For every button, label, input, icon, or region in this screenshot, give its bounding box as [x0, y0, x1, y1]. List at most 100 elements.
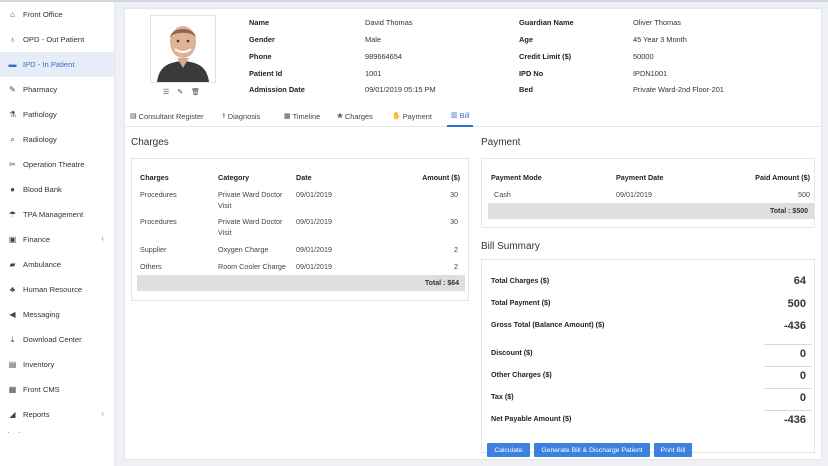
tab-consultant-register[interactable]: ▤ Consultant Register — [130, 105, 204, 127]
sidebar-item-inventory[interactable]: ▤ Inventory — [0, 352, 114, 377]
sidebar-item-tpa-management[interactable]: ☂ TPA Management — [0, 202, 114, 227]
tab-bill[interactable]: ▥ Bill — [447, 105, 474, 127]
sidebar-item-finance[interactable]: ▣ Finance ‹ — [0, 227, 114, 252]
sidebar-item-ambulance[interactable]: ▰ Ambulance — [0, 252, 114, 277]
sidebar: ⌂ Front Office ♁ OPD - Out Patient ▬ IPD - In… — [0, 2, 115, 466]
main-content: ☰ ✎ 🗑 Name David Thomas Guardian Name Olive… — [124, 8, 822, 460]
payment-cell-mode: Cash — [494, 190, 511, 199]
charges-cell-date: 09/01/2019 — [296, 190, 332, 199]
calculate-button[interactable]: Calculate — [487, 443, 530, 457]
sidebar-item-label: IPD - In Patient — [23, 60, 75, 69]
tab-payment[interactable]: ✋ Payment — [392, 105, 432, 127]
patient-avatar — [151, 16, 215, 82]
sidebar-item-label: Pharmacy — [23, 85, 58, 94]
sidebar-item-label: Ambulance — [23, 260, 61, 269]
app-window: ⌂ Front Office ♁ OPD - Out Patient ▬ IPD - In… — [0, 0, 828, 466]
charges-total: Total : $64 — [137, 275, 465, 291]
tab-charges[interactable]: ❀ Charges — [337, 105, 373, 127]
sidebar-item-blood-bank[interactable]: ● Blood Bank — [0, 177, 114, 202]
sidebar-item-label: Download Center — [23, 335, 82, 344]
sidebar-item-reports[interactable]: ◢ Reports ‹ — [0, 402, 114, 427]
sidebar-item-opd-out-patient[interactable]: ♁ OPD - Out Patient — [0, 27, 114, 52]
sidebar-item-pharmacy[interactable]: ✎ Pharmacy — [0, 77, 114, 102]
charges-header-category: Category — [218, 173, 250, 182]
sidebar-item-messaging[interactable]: ◀ Messaging — [0, 302, 114, 327]
microscope-icon: ⌕ — [10, 134, 15, 144]
charges-cell-date: 09/01/2019 — [296, 262, 332, 271]
sitemap-icon: ♣ — [9, 285, 16, 294]
bill-icon: ▥ — [451, 112, 458, 119]
bill-summary-panel: Total Charges ($) 64 Total Payment ($) 500 G… — [481, 259, 815, 453]
building-icon: ⌂ — [10, 10, 15, 19]
download-icon: ⤓ — [10, 334, 15, 344]
payment-icon: ✋ — [392, 113, 401, 120]
payment-header-date: Payment Date — [616, 173, 664, 182]
droplet-icon: ● — [10, 185, 15, 194]
summary-label: Gross Total (Balance Amount) ($) — [491, 320, 605, 329]
bed-icon: ▬ — [8, 60, 17, 69]
sidebar-item-label: Operation Theatre — [23, 160, 85, 169]
summary-label: Discount ($) — [491, 348, 533, 357]
summary-value[interactable]: 0 — [756, 392, 806, 404]
ambulance-icon: ▰ — [9, 260, 16, 269]
patient-value: 50000 — [633, 52, 654, 61]
sidebar-item-front-office[interactable]: ⌂ Front Office — [0, 2, 114, 27]
charges-cell-charge: Supplier — [140, 245, 167, 254]
sidebar-item-pathology[interactable]: ⚗ Pathology — [0, 102, 114, 127]
tab-diagnosis[interactable]: ⚕ Diagnosis — [222, 105, 260, 127]
generate-bill-button[interactable]: Generate Bill & Discharge Patient — [534, 443, 650, 457]
sidebar-item-human-resource[interactable]: ♣ Human Resource — [0, 277, 114, 302]
sidebar-item-operation-theatre[interactable]: ✂ Operation Theatre — [0, 152, 114, 177]
sidebar-item-label: Reports — [23, 410, 50, 419]
charges-cell-charge: Procedures — [140, 217, 177, 226]
summary-value[interactable]: 0 — [756, 370, 806, 382]
sidebar-item-ipd-in-patient[interactable]: ▬ IPD - In Patient — [0, 52, 114, 77]
patient-label: Age — [519, 35, 533, 44]
edit-icon[interactable]: ✎ — [177, 88, 183, 96]
summary-value[interactable]: 0 — [756, 348, 806, 360]
chart-icon: ◢ — [9, 410, 16, 419]
print-bill-button[interactable]: Print Bill — [654, 443, 692, 457]
sidebar-item-front-cms[interactable]: ▦ Front CMS — [0, 377, 114, 402]
sidebar-item-label: Human Resource — [23, 285, 83, 294]
patient-value: 09/01/2019 05:15 PM — [365, 85, 436, 94]
sidebar-item-label: TPA Management — [23, 210, 84, 219]
tab-label: Diagnosis — [227, 111, 261, 121]
charges-cell-charge: Others — [140, 262, 162, 271]
patient-photo — [150, 15, 216, 83]
list-icon[interactable]: ☰ — [163, 88, 169, 96]
patient-value: 1001 — [365, 69, 382, 78]
chevron-left-icon: ‹ — [101, 234, 104, 243]
charges-cell-category: Private Ward Doctor Visit — [218, 217, 283, 237]
sidebar-item-label: Radiology — [23, 135, 57, 144]
sidebar-item-download-center[interactable]: ⤓ Download Center — [0, 327, 114, 352]
summary-label: Other Charges ($) — [491, 370, 552, 379]
pills-icon: ✎ — [9, 85, 16, 94]
charges-cell-category: Oxygen Charge — [218, 245, 269, 254]
trash-icon[interactable]: 🗑 — [191, 88, 200, 96]
charges-cell-category: Room Cooler Charge — [218, 262, 286, 271]
patient-label: Credit Limit ($) — [519, 52, 572, 61]
tab-label: Bill — [459, 110, 470, 120]
tab-timeline[interactable]: ▦ Timeline — [284, 105, 320, 127]
patient-value: IPDN1001 — [633, 69, 668, 78]
sidebar-item-label: Blood Bank — [23, 185, 62, 194]
sidebar-item-radiology[interactable]: ⌕ Radiology — [0, 127, 114, 152]
patient-value: 989664654 — [365, 52, 402, 61]
flask-icon: ⚗ — [8, 110, 17, 119]
bill-summary-title: Bill Summary — [481, 241, 540, 252]
summary-label: Total Payment ($) — [491, 298, 551, 307]
sidebar-item-label: Front CMS — [23, 385, 60, 394]
tab-bar: ▤ Consultant Register ⚕ Diagnosis ▦ Timeline ❀… — [125, 105, 821, 127]
photo-actions: ☰ ✎ 🗑 — [163, 88, 200, 96]
patient-value: Oliver Thomas — [633, 18, 681, 27]
chevron-left-icon: ‹ — [101, 409, 104, 418]
patient-label: Patient Id — [249, 69, 283, 78]
summary-value: -436 — [783, 320, 806, 332]
patient-value: Private Ward-2nd Floor-201 — [633, 85, 724, 94]
payment-cell-amount: 500 — [798, 190, 810, 199]
charges-panel: Charges Category Date Amount ($) Procedu… — [131, 158, 469, 301]
payment-total: Total : $500 — [488, 203, 814, 219]
patient-label: Gender — [249, 35, 275, 44]
scissors-icon: ✂ — [9, 160, 16, 169]
